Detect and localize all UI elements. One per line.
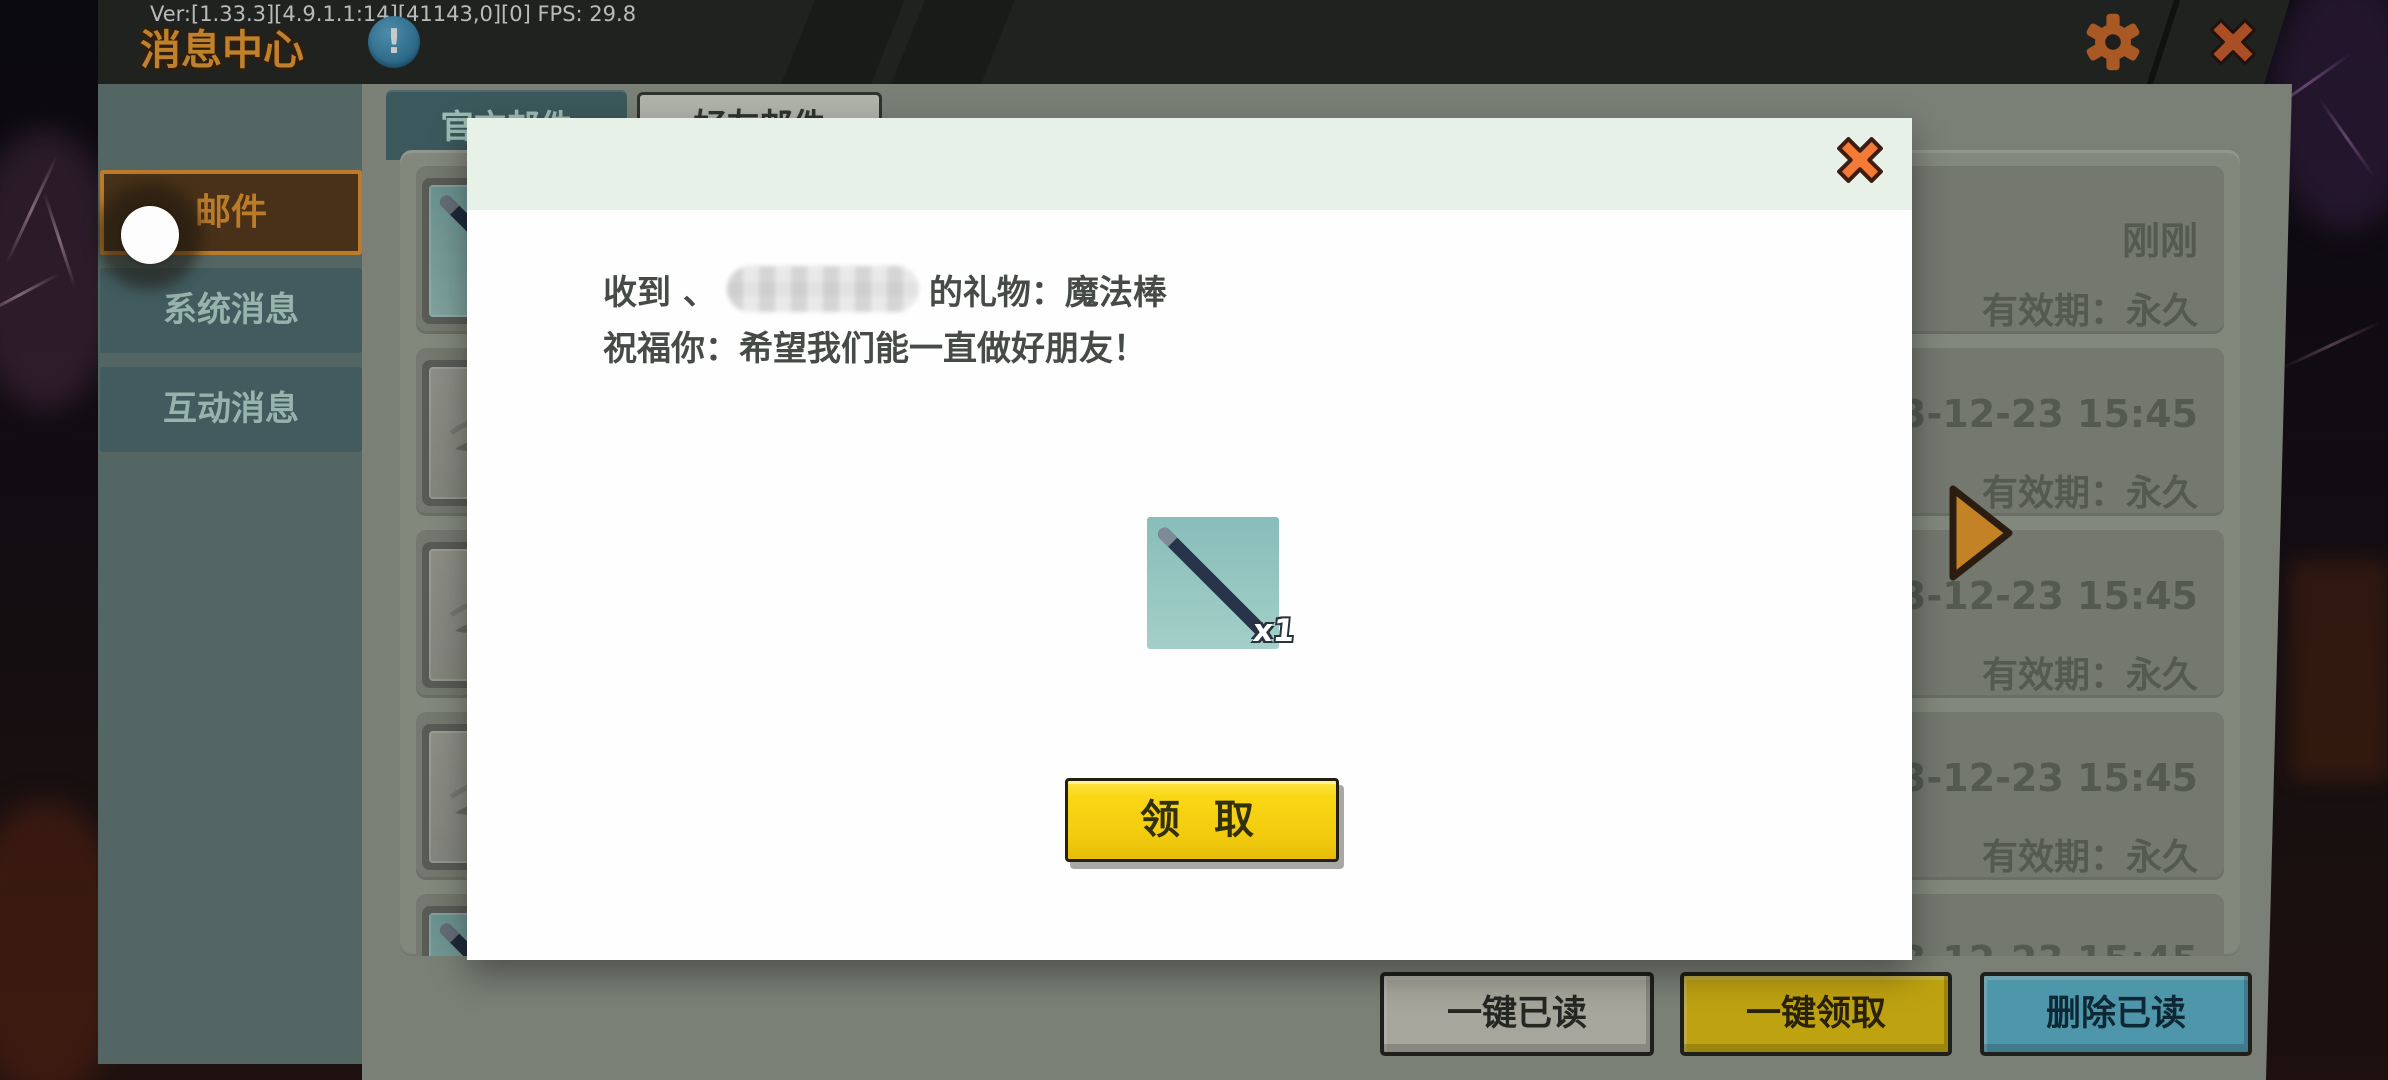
gift-dialog: 收到 、 的礼物：魔法棒 祝福你：希望我们能一直做好朋友！ x1 领 取 [467,118,1912,960]
message-suffix: 的礼物：魔法棒 [929,265,1167,314]
claim-button[interactable]: 领 取 [1065,778,1339,862]
item-count-badge: x1 [1252,613,1297,649]
touch-indicator-dot [121,206,179,264]
dialog-header [467,118,1912,210]
close-icon [1831,130,1889,190]
message-center-screen: 官方邮件 好友邮件 刚刚 有效期：永久 2023-12-23 15 [0,0,2388,1080]
gift-item-magic-wand-icon[interactable]: x1 [1147,517,1279,649]
gift-message-line1: 收到 、 的礼物：魔法棒 [603,264,1167,314]
dialog-close-button[interactable] [1831,130,1889,190]
blurred-sender-name [727,266,919,312]
message-prefix: 收到 、 [603,265,717,314]
blessing-text: 祝福你：希望我们能一直做好朋友！ [603,321,1147,370]
gift-message-line2: 祝福你：希望我们能一直做好朋友！ [603,320,1147,370]
